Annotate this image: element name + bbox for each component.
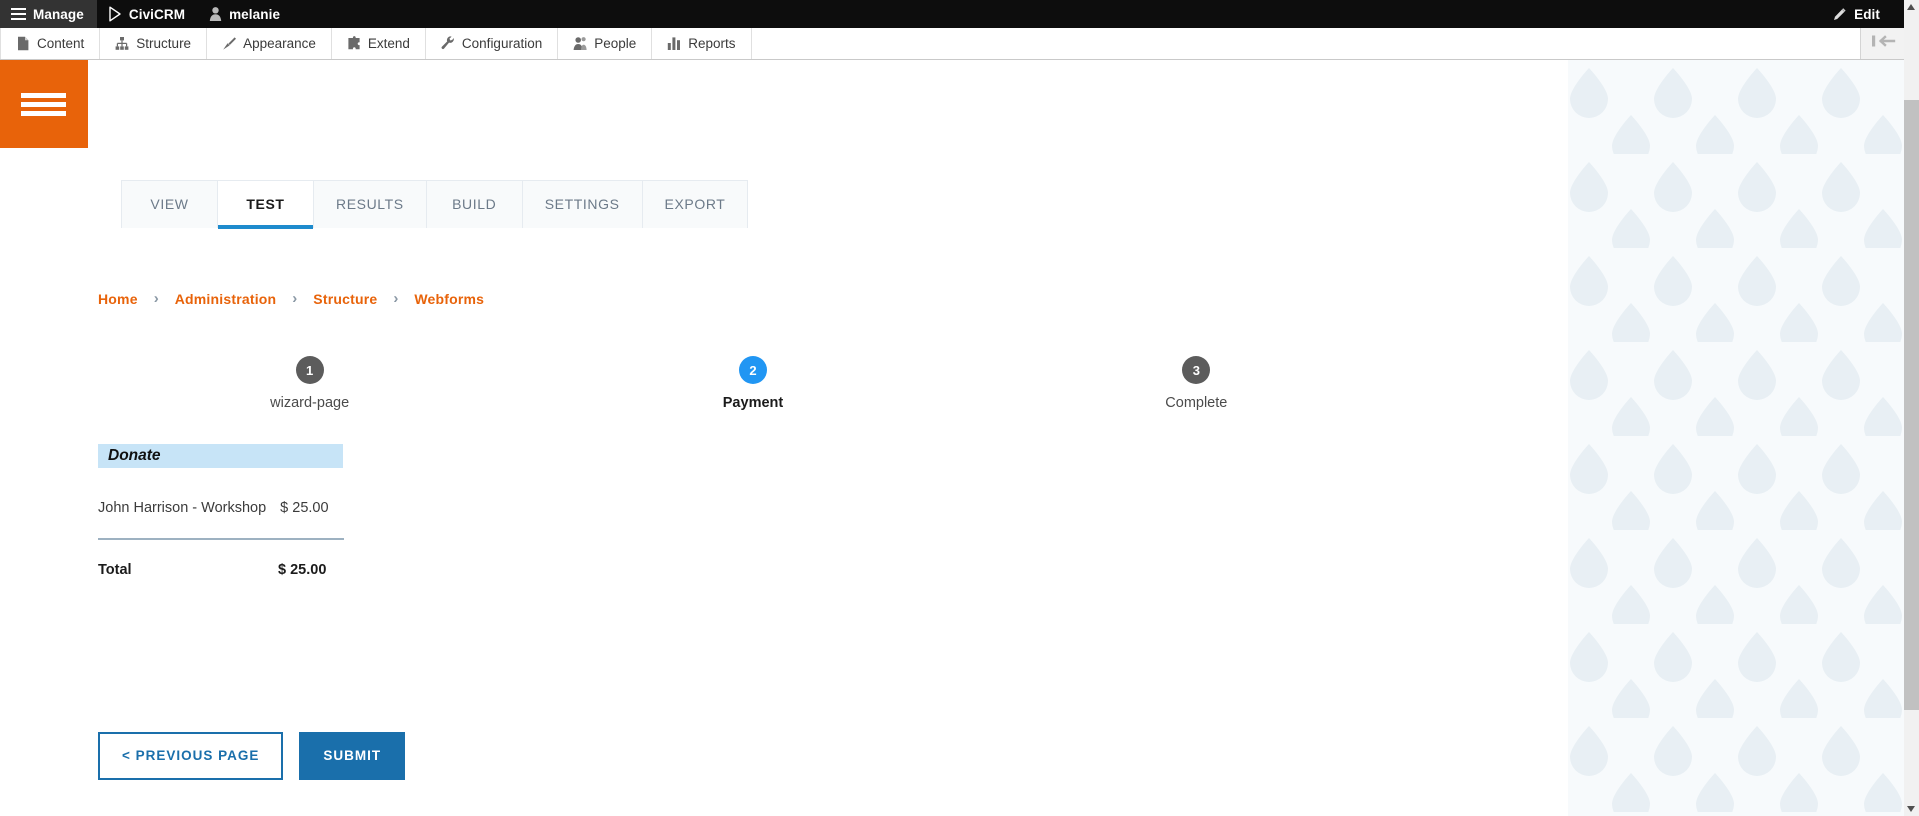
admin-menu-item-content[interactable]: Content	[0, 28, 101, 59]
user-account-icon	[209, 6, 222, 22]
paintbrush-icon	[222, 36, 237, 51]
admin-menu-spacer	[752, 28, 1860, 59]
toolbar-item-account-label: melanie	[229, 6, 281, 22]
line-item-name: John Harrison - Workshop	[98, 500, 267, 516]
breadcrumb: Home › Administration › Structure › Webf…	[98, 290, 484, 307]
sidebar-toggle-button[interactable]	[0, 60, 88, 148]
admin-menu-item-configuration[interactable]: Configuration	[426, 28, 559, 59]
tab-export-label: EXPORT	[664, 196, 726, 212]
table-row: John Harrison - Workshop $ 25.00	[98, 500, 344, 540]
admin-menu-item-configuration-label: Configuration	[461, 36, 543, 51]
toolbar-item-civicrm-label: CiviCRM	[128, 6, 186, 22]
previous-page-button[interactable]: < PREVIOUS PAGE	[98, 732, 284, 780]
admin-menu-item-extend-label: Extend	[367, 36, 410, 51]
breadcrumb-separator: ›	[393, 290, 399, 307]
sitemap-icon	[115, 36, 129, 51]
tab-results[interactable]: RESULTS	[314, 181, 427, 228]
scrollbar-arrow-down[interactable]	[1904, 801, 1919, 816]
toolbar-collapse-button[interactable]	[1860, 28, 1904, 59]
page-canvas: VIEW TEST RESULTS BUILD SETTINGS EXPORT …	[88, 60, 1568, 816]
wizard-step-3-label: Complete	[1165, 395, 1228, 411]
screen-root: Manage CiviCRM melanie Edit Content Stru…	[0, 0, 1919, 816]
line-item-amount: $ 25.00	[280, 500, 329, 516]
tab-export[interactable]: EXPORT	[642, 181, 748, 228]
tab-settings-label: SETTINGS	[544, 196, 620, 212]
tab-build-label: BUILD	[452, 196, 497, 212]
wrench-icon	[441, 36, 455, 51]
tab-view-label: VIEW	[150, 196, 189, 212]
wizard-step-2-label: Payment	[722, 395, 784, 411]
admin-toolbar: Manage CiviCRM melanie Edit	[0, 0, 1904, 28]
wizard-step-1-number: 1	[295, 356, 324, 384]
breadcrumb-item-structure[interactable]: Structure	[313, 291, 377, 307]
admin-menu-item-content-label: Content	[37, 36, 85, 51]
toolbar-item-manage[interactable]: Manage	[0, 0, 97, 28]
wizard-step-1[interactable]: 1 wizard-page	[88, 356, 531, 411]
tab-view[interactable]: VIEW	[122, 181, 218, 228]
admin-menu-item-appearance-label: Appearance	[243, 36, 316, 51]
wizard-step-3-number: 3	[1182, 356, 1211, 384]
admin-menu-item-reports[interactable]: Reports	[652, 28, 752, 59]
breadcrumb-item-webforms[interactable]: Webforms	[414, 291, 484, 307]
payment-section-header: Donate	[98, 444, 343, 468]
bar-chart-icon	[667, 36, 681, 51]
wizard-progress: 1 wizard-page 2 Payment 3 Complete	[88, 356, 1418, 411]
submit-button[interactable]: SUBMIT	[299, 732, 406, 780]
page-scrollbar[interactable]	[1904, 0, 1919, 816]
toolbar-item-account[interactable]: melanie	[198, 0, 293, 28]
admin-menu-item-structure-label: Structure	[136, 36, 192, 51]
toolbar-item-edit-label: Edit	[1854, 6, 1880, 22]
document-icon	[16, 36, 30, 51]
wizard-step-2[interactable]: 2 Payment	[531, 356, 974, 411]
admin-menu-bar: Content Structure Appearance Extend Conf…	[0, 28, 1904, 60]
breadcrumb-separator: ›	[292, 290, 298, 307]
breadcrumb-separator: ›	[153, 290, 159, 307]
puzzle-piece-icon	[347, 36, 361, 51]
webform-tabs: VIEW TEST RESULTS BUILD SETTINGS EXPORT	[121, 180, 749, 229]
collapse-left-icon	[1870, 33, 1896, 54]
payment-line-items: John Harrison - Workshop $ 25.00 Total $…	[98, 500, 344, 578]
breadcrumb-item-administration[interactable]: Administration	[175, 291, 277, 307]
payment-section-title: Donate	[108, 447, 161, 464]
wizard-step-3[interactable]: 3 Complete	[975, 356, 1418, 411]
pencil-icon	[1832, 7, 1847, 22]
toolbar-item-civicrm[interactable]: CiviCRM	[97, 0, 198, 28]
hamburger-icon	[21, 93, 66, 117]
tab-results-label: RESULTS	[336, 196, 404, 212]
wizard-step-2-number: 2	[738, 356, 767, 384]
tab-test[interactable]: TEST	[218, 181, 314, 229]
hamburger-icon	[11, 8, 26, 20]
scrollbar-thumb[interactable]	[1904, 100, 1919, 710]
tab-settings[interactable]: SETTINGS	[522, 181, 643, 228]
people-icon	[573, 36, 587, 51]
form-actions: < PREVIOUS PAGE SUBMIT	[98, 732, 406, 780]
payment-total-label: Total	[98, 562, 132, 578]
admin-menu-item-appearance[interactable]: Appearance	[207, 28, 332, 59]
admin-menu-item-people-label: People	[594, 36, 637, 51]
toolbar-item-edit[interactable]: Edit	[1821, 0, 1904, 28]
payment-total-amount: $ 25.00	[278, 562, 327, 578]
admin-menu-item-extend[interactable]: Extend	[332, 28, 426, 59]
drupal-droplet-pattern	[1568, 60, 1904, 816]
tab-test-label: TEST	[246, 196, 285, 212]
tab-build[interactable]: BUILD	[426, 181, 523, 228]
civicrm-triangle-icon	[108, 6, 122, 22]
admin-menu-item-people[interactable]: People	[558, 28, 653, 59]
toolbar-item-manage-label: Manage	[33, 6, 84, 22]
wizard-step-1-label: wizard-page	[270, 395, 350, 411]
payment-total-row: Total $ 25.00	[98, 540, 344, 578]
scrollbar-arrow-up[interactable]	[1904, 0, 1919, 15]
breadcrumb-item-home[interactable]: Home	[98, 291, 138, 307]
admin-menu-item-reports-label: Reports	[688, 36, 736, 51]
admin-menu-item-structure[interactable]: Structure	[100, 28, 208, 59]
